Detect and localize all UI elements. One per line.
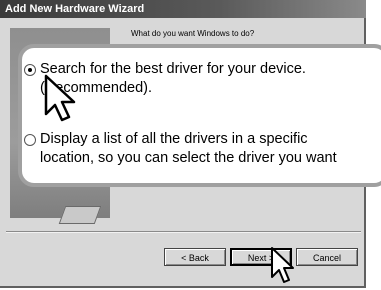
divider xyxy=(6,231,361,233)
arrow-cursor-icon xyxy=(44,74,76,122)
wizard-question: What do you want Windows to do? xyxy=(131,29,255,38)
cancel-button[interactable]: Cancel xyxy=(296,248,358,266)
radio-unselected-icon[interactable] xyxy=(24,134,36,146)
option-search-best-driver[interactable]: Search for the best driver for your devi… xyxy=(40,60,306,98)
option-line: location, so you can select the driver y… xyxy=(40,150,337,166)
hardware-device-icon xyxy=(58,206,102,224)
option-line: (Recommended). xyxy=(40,80,153,96)
window-title: Add New Hardware Wizard xyxy=(0,0,366,18)
radio-selected-icon[interactable] xyxy=(24,64,36,76)
option-line: Display a list of all the drivers in a s… xyxy=(40,131,308,147)
arrow-cursor-icon xyxy=(271,247,294,283)
back-button[interactable]: < Back xyxy=(164,248,226,266)
option-line: Search for the best driver for your devi… xyxy=(40,61,306,77)
option-display-driver-list[interactable]: Display a list of all the drivers in a s… xyxy=(40,130,337,168)
